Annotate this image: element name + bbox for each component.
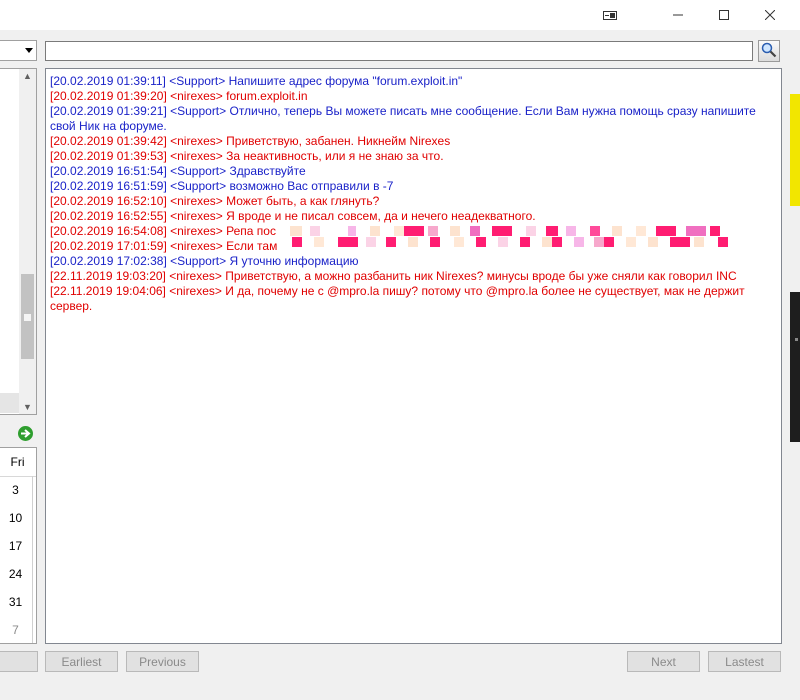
- scroll-thumb-grip: [24, 314, 31, 321]
- log-message: [20.02.2019 01:39:42] <nirexes> Приветст…: [50, 134, 451, 148]
- search-input[interactable]: [45, 41, 753, 61]
- calendar-day[interactable]: 17: [0, 536, 32, 556]
- calendar-day[interactable]: 3: [0, 480, 32, 500]
- left-panel-button[interactable]: [0, 651, 38, 672]
- scroll-down-icon[interactable]: ▼: [23, 402, 32, 412]
- scroll-up-icon[interactable]: ▲: [23, 71, 32, 81]
- background-dot: [795, 338, 798, 341]
- log-message: [20.02.2019 01:39:11] <Support> Напишите…: [50, 74, 463, 88]
- chat-log[interactable]: [20.02.2019 01:39:11] <Support> Напишите…: [45, 68, 782, 644]
- title-bar: [0, 0, 800, 30]
- log-message: [22.11.2019 19:03:20] <nirexes> Приветст…: [50, 269, 737, 283]
- redaction-mosaic: [290, 226, 730, 248]
- earliest-button[interactable]: Earliest: [45, 651, 118, 672]
- log-message: [20.02.2019 01:39:21] <Support> Отлично,…: [50, 104, 756, 133]
- lastest-button[interactable]: Lastest: [708, 651, 781, 672]
- background-dark-block: [790, 292, 800, 442]
- next-button[interactable]: Next: [627, 651, 700, 672]
- maximize-icon[interactable]: [701, 0, 747, 30]
- close-icon[interactable]: [747, 0, 793, 30]
- calendar-weekday-header: Fri: [0, 448, 36, 477]
- calendar-day[interactable]: 10: [0, 508, 32, 528]
- calendar-day[interactable]: 24: [0, 564, 32, 584]
- chevron-down-icon: [25, 48, 33, 53]
- left-scrollbar[interactable]: ▲ ▼: [19, 69, 36, 414]
- calendar-day-next-month[interactable]: 7: [0, 620, 32, 640]
- restore-window-icon[interactable]: [587, 0, 633, 30]
- log-message: [22.11.2019 19:04:06] <nirexes> И да, по…: [50, 284, 745, 313]
- background-yellow-block: [790, 94, 800, 206]
- magnifier-icon: [761, 42, 777, 61]
- calendar: Fri 3 10 17 24 31 7: [0, 447, 37, 644]
- log-message: [20.02.2019 16:52:10] <nirexes> Может бы…: [50, 194, 380, 208]
- background-window-edge: [790, 88, 800, 700]
- left-dropdown[interactable]: [0, 40, 37, 61]
- previous-button[interactable]: Previous: [126, 651, 199, 672]
- log-message: [20.02.2019 16:52:55] <nirexes> Я вроде …: [50, 209, 536, 223]
- log-message: [20.02.2019 01:39:20] <nirexes> forum.ex…: [50, 89, 308, 103]
- selected-row[interactable]: [0, 393, 19, 413]
- calendar-day[interactable]: 31: [0, 592, 32, 612]
- go-arrow-icon[interactable]: [18, 426, 33, 441]
- log-message: [20.02.2019 16:51:59] <Support> возможно…: [50, 179, 394, 193]
- log-message: [20.02.2019 16:51:54] <Support> Здравств…: [50, 164, 306, 178]
- calendar-divider: [32, 476, 33, 643]
- log-message: [20.02.2019 17:02:38] <Support> Я уточню…: [50, 254, 359, 268]
- search-button[interactable]: [758, 40, 780, 62]
- minimize-icon[interactable]: [655, 0, 701, 30]
- left-list-panel[interactable]: ▲ ▼: [0, 68, 37, 415]
- log-message: [20.02.2019 01:39:53] <nirexes> За неакт…: [50, 149, 444, 163]
